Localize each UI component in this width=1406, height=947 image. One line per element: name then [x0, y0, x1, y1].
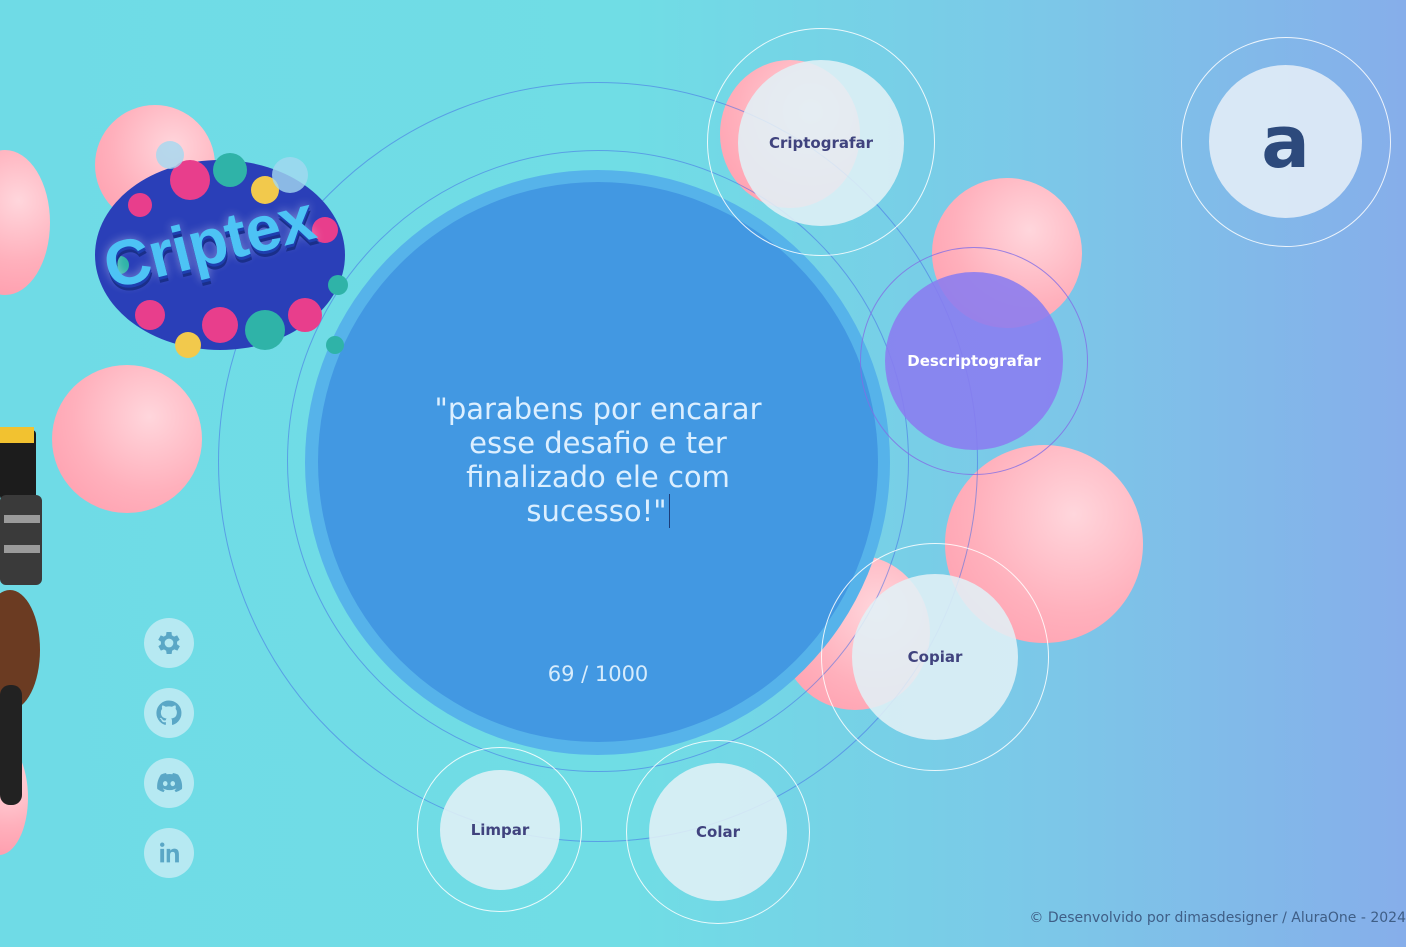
settings-button[interactable]: [144, 618, 194, 668]
alura-logo-letter: a: [1261, 99, 1310, 184]
footer-credits: © Desenvolvido por dimasdesigner / Alura…: [1029, 910, 1406, 926]
alura-logo[interactable]: a: [1209, 65, 1362, 218]
paste-button[interactable]: Colar: [649, 763, 787, 901]
github-icon: [156, 700, 182, 725]
copy-button-label: Copiar: [907, 648, 963, 666]
clear-button[interactable]: Limpar: [440, 770, 560, 890]
decrypt-button[interactable]: Descriptografar: [885, 272, 1063, 450]
decor-blob: [52, 365, 202, 513]
discord-icon: [157, 773, 183, 793]
decor-blob: [0, 150, 50, 295]
character-counter: 69 / 1000: [547, 662, 649, 686]
encrypt-button[interactable]: Criptografar: [738, 60, 904, 226]
linkedin-icon: [160, 842, 179, 863]
decrypt-button-label: Descriptografar: [907, 352, 1041, 370]
github-link[interactable]: [144, 688, 194, 738]
gear-icon: [158, 632, 180, 654]
linkedin-link[interactable]: [144, 828, 194, 878]
copy-button[interactable]: Copiar: [852, 574, 1018, 740]
encrypt-button-label: Criptografar: [768, 134, 874, 152]
text-caret: [668, 494, 670, 528]
message-text[interactable]: "parabens por encarar esse desafio e ter…: [408, 392, 788, 528]
paste-button-label: Colar: [696, 823, 740, 841]
clear-button-label: Limpar: [470, 821, 530, 839]
discord-link[interactable]: [144, 758, 194, 808]
paintbrush-icon: [0, 427, 42, 805]
criptex-logo: Criptex: [80, 135, 355, 375]
